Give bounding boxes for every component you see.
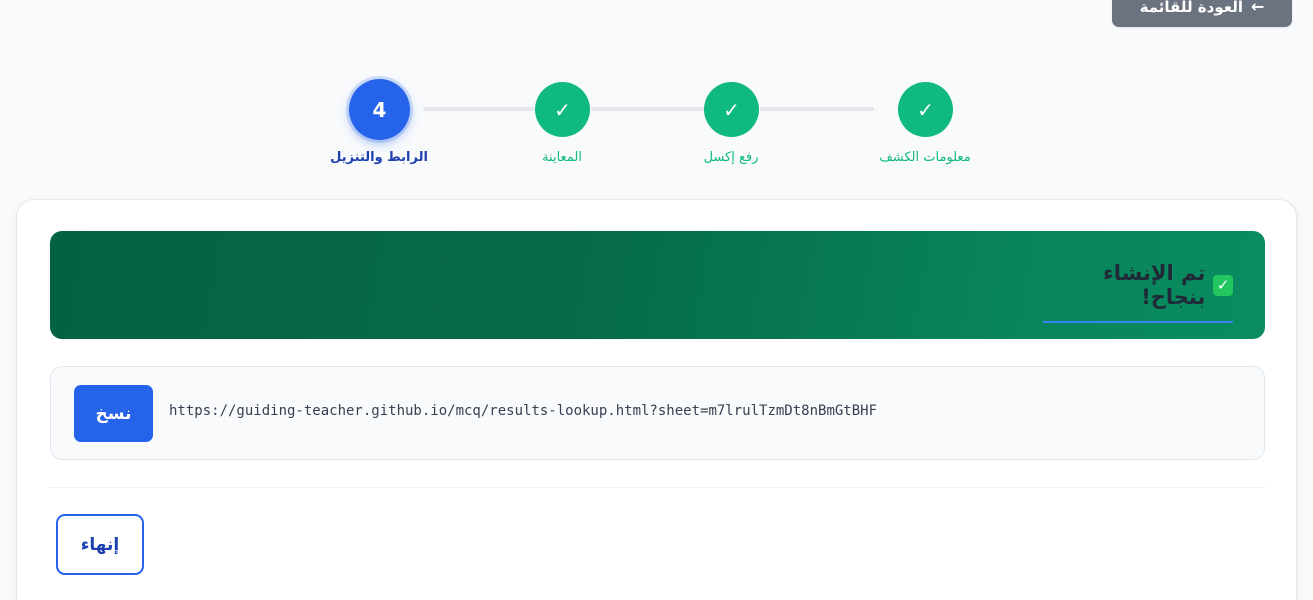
finish-button[interactable]: إنهاء	[56, 514, 144, 575]
step-connector	[591, 107, 704, 111]
copy-button[interactable]: نسخ	[74, 385, 153, 442]
step-4-circle: 4	[349, 79, 410, 140]
page: ← العودة للقائمة ✓ معلومات الكشف ✓ رفع إ…	[0, 0, 1313, 600]
step-4-label: الرابط والتنزيل	[330, 150, 428, 165]
step-connector	[760, 107, 874, 111]
step-2-circle: ✓	[704, 82, 759, 137]
divider	[50, 487, 1265, 488]
step-2-label: رفع إكسل	[703, 150, 759, 165]
check-box-icon: ✓	[1213, 274, 1233, 296]
success-title: تم الإنشاء بنجاح!	[1103, 261, 1206, 309]
step-1-label: معلومات الكشف	[879, 150, 971, 165]
result-card: ✓ تم الإنشاء بنجاح! نسخ https://guiding-…	[16, 199, 1297, 600]
step-number: 4	[372, 97, 387, 122]
check-icon: ✓	[554, 97, 571, 122]
stepper: ✓ معلومات الكشف ✓ رفع إكسل ✓ المعاينة 4 …	[0, 0, 1313, 190]
link-box: نسخ https://guiding-teacher.github.io/mc…	[50, 366, 1265, 460]
step-1-circle: ✓	[898, 82, 953, 137]
step-3-label: المعاينة	[542, 150, 582, 165]
step-3-circle: ✓	[535, 82, 590, 137]
check-icon: ✓	[917, 97, 934, 122]
success-banner: ✓ تم الإنشاء بنجاح!	[50, 231, 1265, 339]
success-heading: ✓ تم الإنشاء بنجاح!	[1043, 261, 1233, 323]
check-icon: ✓	[723, 97, 740, 122]
generated-link[interactable]: https://guiding-teacher.github.io/mcq/re…	[169, 403, 877, 419]
step-connector	[423, 107, 535, 111]
